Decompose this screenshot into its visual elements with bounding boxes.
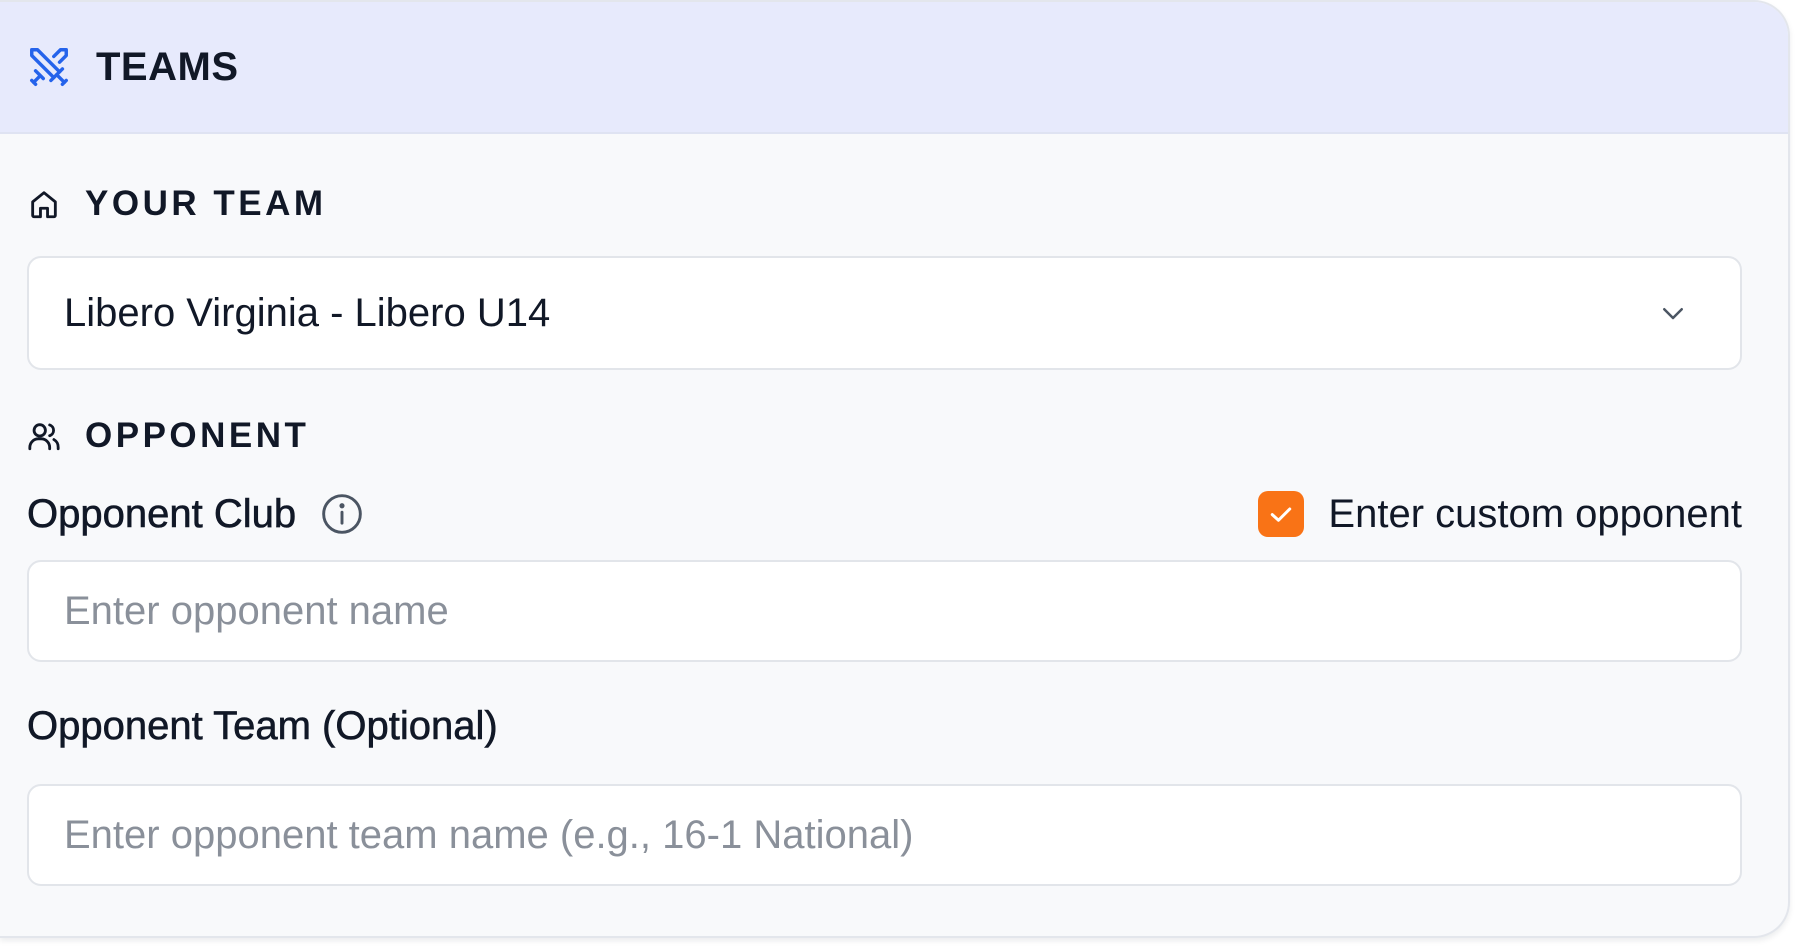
- custom-opponent-label[interactable]: Enter custom opponent: [1328, 492, 1742, 537]
- opponent-label: OPPONENT: [85, 416, 310, 455]
- card-title: TEAMS: [96, 44, 239, 89]
- opponent-club-label-group: Opponent Club: [27, 491, 364, 537]
- info-icon[interactable]: [320, 492, 364, 536]
- card-header: TEAMS: [0, 2, 1788, 134]
- custom-opponent-checkbox[interactable]: [1258, 491, 1305, 537]
- opponent-club-label: Opponent Club: [27, 491, 297, 536]
- your-team-select[interactable]: Libero Virginia - Libero U14: [27, 256, 1742, 370]
- opponent-team-input[interactable]: [27, 784, 1742, 886]
- crossed-swords-icon: [26, 44, 72, 90]
- opponent-club-row: Opponent Club Enter custom opponent: [27, 486, 1742, 542]
- checkmark-icon: [1271, 507, 1292, 522]
- your-team-label: YOUR TEAM: [85, 184, 327, 223]
- card-body: YOUR TEAM Libero Virginia - Libero U14 O…: [0, 184, 1788, 886]
- users-icon: [27, 419, 61, 453]
- your-team-section-label: YOUR TEAM: [27, 184, 1738, 224]
- teams-card: TEAMS YOUR TEAM Libero Virginia - Libero…: [0, 0, 1790, 938]
- chevron-down-icon: [1658, 298, 1688, 328]
- your-team-selected-value: Libero Virginia - Libero U14: [64, 290, 551, 335]
- opponent-team-row: Opponent Team (Optional): [27, 698, 1742, 754]
- custom-opponent-toggle[interactable]: Enter custom opponent: [1258, 491, 1742, 537]
- home-icon: [27, 187, 61, 221]
- opponent-club-input[interactable]: [27, 560, 1742, 662]
- opponent-team-label: Opponent Team (Optional): [27, 703, 498, 748]
- opponent-section-label: OPPONENT: [27, 416, 1738, 456]
